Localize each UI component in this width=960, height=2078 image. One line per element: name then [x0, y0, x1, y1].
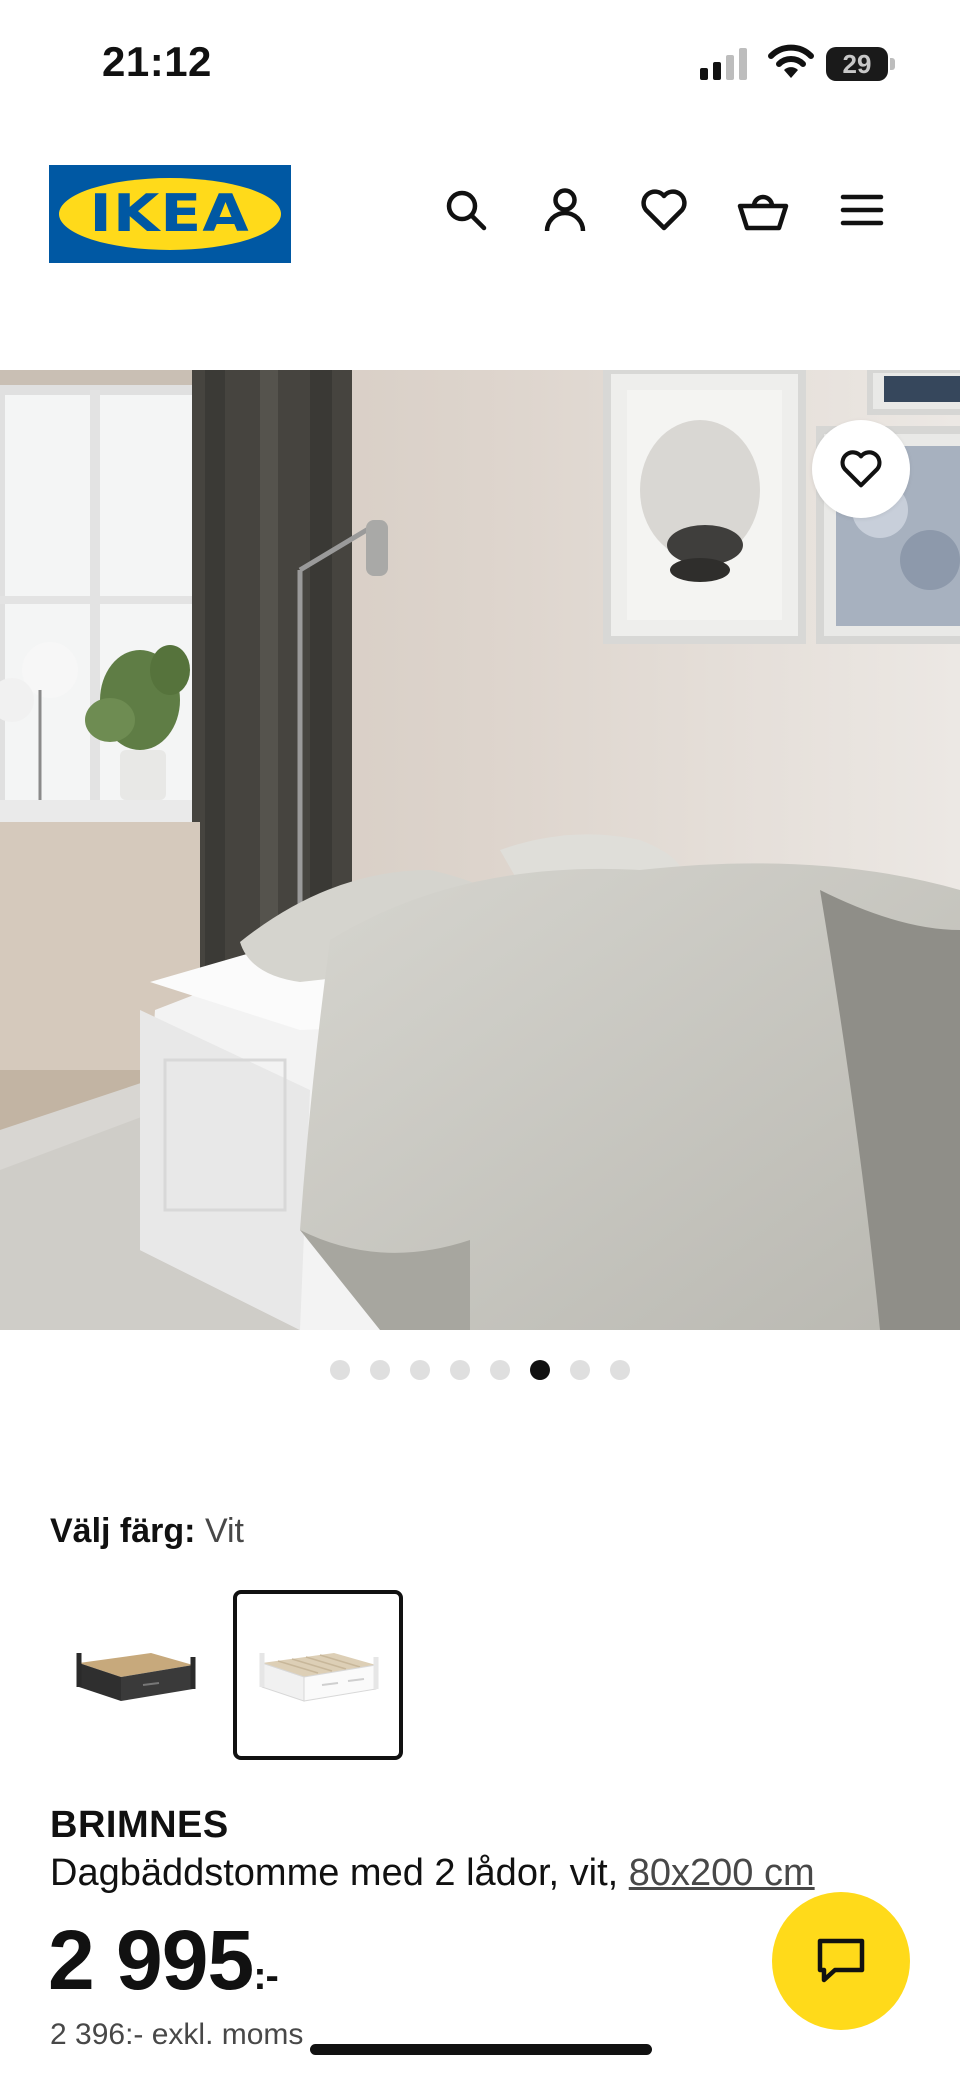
- color-swatch-white[interactable]: [233, 1590, 403, 1760]
- color-swatch-black-brown[interactable]: [50, 1590, 220, 1760]
- chat-icon: [817, 1938, 865, 1983]
- gallery-dot[interactable]: [610, 1360, 630, 1380]
- battery-percent: 29: [842, 49, 872, 79]
- gallery-dot[interactable]: [370, 1360, 390, 1380]
- chat-button[interactable]: [772, 1892, 910, 2030]
- heart-icon[interactable]: [638, 184, 690, 236]
- heart-icon: [840, 450, 882, 488]
- product-description-text: Dagbäddstomme med 2 lådor, vit,: [50, 1852, 619, 1894]
- color-label: Välj färg: Vit: [50, 1512, 244, 1551]
- product-description: Dagbäddstomme med 2 lådor, vit, 80x200 c…: [50, 1852, 815, 1895]
- logo-text: IKEA: [89, 184, 251, 244]
- gallery-dot[interactable]: [450, 1360, 470, 1380]
- product-name: BRIMNES: [50, 1804, 229, 1846]
- account-icon[interactable]: [539, 184, 591, 236]
- status-time: 21:12: [102, 38, 212, 85]
- color-selected-value: Vit: [204, 1512, 245, 1550]
- status-bar: 21:12 29: [0, 0, 960, 130]
- home-indicator: [310, 2044, 652, 2055]
- basket-icon[interactable]: [737, 184, 789, 236]
- gallery-dot[interactable]: [330, 1360, 350, 1380]
- gallery-dot-active[interactable]: [530, 1360, 550, 1380]
- gallery-dot[interactable]: [570, 1360, 590, 1380]
- price-amount: 2 995: [48, 1913, 254, 2007]
- signal-icon: [700, 48, 747, 80]
- favorite-button[interactable]: [812, 420, 910, 518]
- menu-icon[interactable]: [836, 184, 888, 236]
- price-suffix: :-: [253, 1954, 279, 1998]
- price-ex-vat: 2 396:- exkl. moms: [50, 2018, 304, 2051]
- battery-icon: 29: [826, 47, 896, 81]
- product-image[interactable]: [0, 370, 960, 1330]
- search-icon[interactable]: [440, 184, 492, 236]
- gallery-pagination[interactable]: [330, 1360, 630, 1380]
- product-price: 2 995:-: [48, 1912, 279, 2009]
- color-label-title: Välj färg:: [50, 1512, 196, 1550]
- product-size-link[interactable]: 80x200 cm: [629, 1852, 815, 1894]
- ikea-logo[interactable]: IKEA: [49, 165, 291, 263]
- gallery-dot[interactable]: [410, 1360, 430, 1380]
- wifi-icon: [768, 44, 814, 78]
- gallery-dot[interactable]: [490, 1360, 510, 1380]
